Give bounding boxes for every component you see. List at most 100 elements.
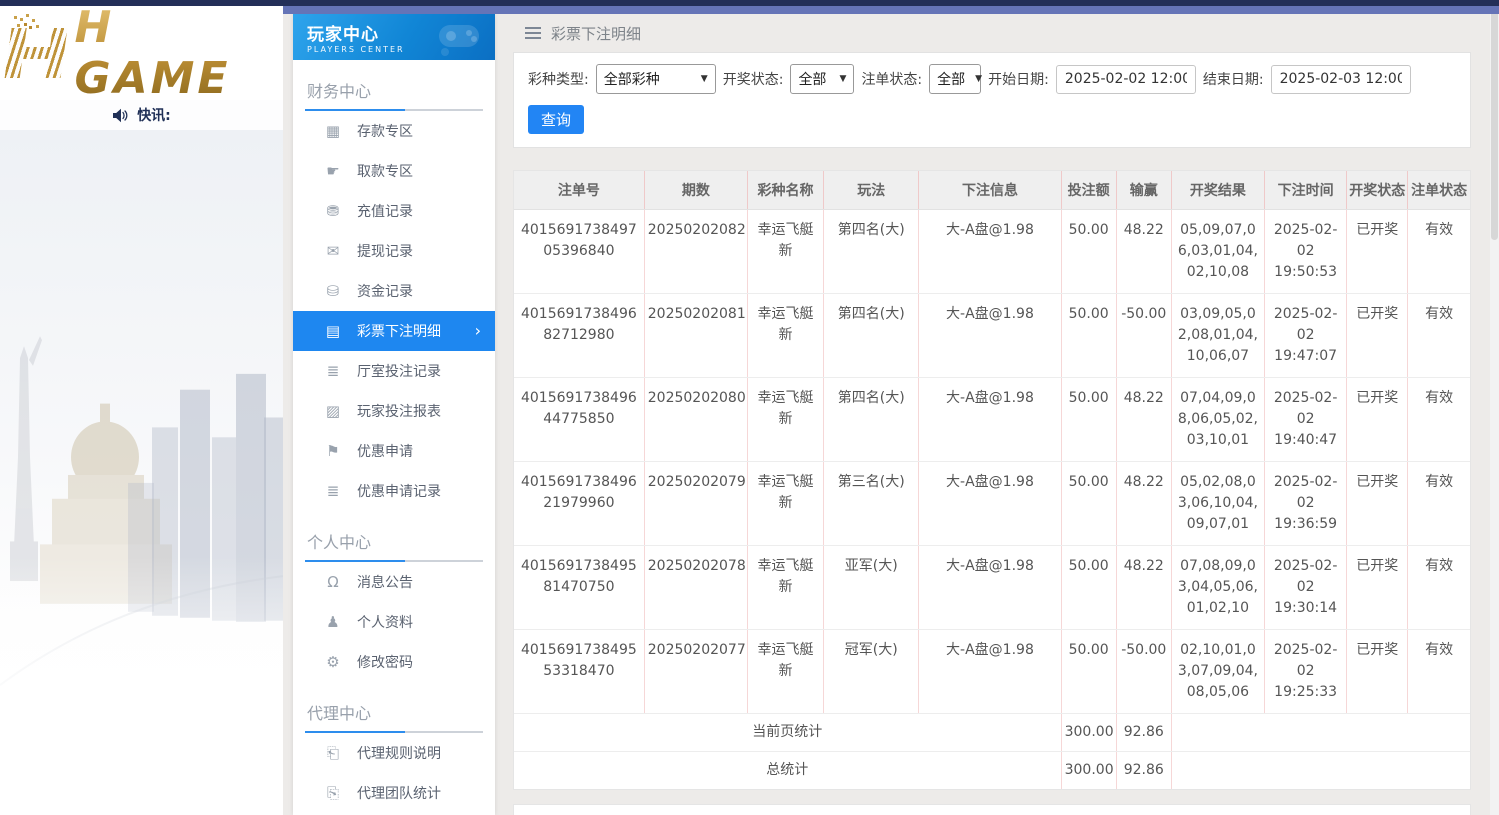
pagination-bar: 每页显示20条 共6条 首页 上一页 [1] 下一页 第 页 跳转 [513,804,1471,815]
hall-bet-record-icon: ≣ [326,362,340,380]
menu-item-label: 取款专区 [357,164,413,180]
cell-bet-time: 2025-02-02 19:36:59 [1264,461,1348,546]
table-row: 401569173849705396840 20250202082 幸运飞艇新 … [514,209,1470,294]
table-header-cell: 期数 [644,171,748,210]
cell-bet-time: 2025-02-02 19:30:14 [1264,545,1348,630]
cell-bet-time: 2025-02-02 19:50:53 [1264,209,1348,294]
dropdown-arrow-icon: ▼ [839,74,847,84]
sidebar-menu-item[interactable]: ⚑ 优惠申请 [293,431,495,471]
sidebar-menu-item[interactable]: ♟ 个人资料 [293,602,495,642]
cell-bet-amount: 50.00 [1061,293,1117,378]
cell-order-no: 401569173849644775850 [514,377,645,462]
cell-bet-time: 2025-02-02 19:25:33 [1264,629,1348,714]
cell-win-loss: 48.22 [1116,209,1172,294]
cell-draw-status: 已开奖 [1346,461,1409,546]
page-scrollbar [1490,6,1499,815]
sidebar-menu-item[interactable]: ☛ 取款专区 [293,151,495,191]
menu-item-label: 个人资料 [357,615,413,631]
summary-label: 当前页统计 [514,713,1062,752]
sidebar-menu-item[interactable]: ✉ 提现记录 [293,231,495,271]
brand-panel: H GAME 快讯: [0,6,283,815]
menu-item-label: 优惠申请记录 [357,484,441,500]
summary-winloss-total: 92.86 [1116,713,1172,752]
cell-win-loss: -50.00 [1116,629,1172,714]
hamburger-menu-icon[interactable] [525,27,541,39]
sidebar-menu-item[interactable]: ⎘ 代理团队统计 [293,773,495,813]
main-region: 玩家中心 PLAYERS CENTER 财务中心 ▦ 存款专区 ☛ 取款专区 ⛃… [283,14,1499,815]
promo-apply-icon: ⚑ [326,442,340,460]
cell-period: 20250202077 [644,629,748,714]
cell-win-loss: 48.22 [1116,461,1172,546]
cell-bet-info: 大-A盘@1.98 [918,377,1062,462]
logo: H GAME [0,6,283,104]
menu-item-label: 提现记录 [357,244,413,260]
cell-win-loss: 48.22 [1116,377,1172,462]
logo-dots-decoration [14,16,17,19]
lottery-type-select[interactable]: 全部彩种 ▼ [595,64,716,94]
table-header-cell: 下注信息 [918,171,1062,210]
cell-draw-status: 已开奖 [1346,629,1409,714]
sidebar: 玩家中心 PLAYERS CENTER 财务中心 ▦ 存款专区 ☛ 取款专区 ⛃… [293,14,495,815]
sidebar-menu-item[interactable]: ⛁ 资金记录 [293,271,495,311]
table-row: 401569173849621979960 20250202079 幸运飞艇新 … [514,461,1470,546]
gamepad-icon [439,25,479,56]
cell-win-loss: 48.22 [1116,545,1172,630]
start-date-input[interactable] [1055,64,1196,94]
cell-draw-result: 02,10,01,03,07,09,04,08,05,06 [1171,629,1266,714]
cell-order-status: 有效 [1407,209,1470,294]
page-title: 彩票下注明细 [551,24,642,43]
menu-item-label: 存款专区 [357,124,413,140]
cell-bet-amount: 50.00 [1061,461,1117,546]
cell-play-type: 第三名(大) [823,461,920,546]
sidebar-menu-item[interactable]: ≣ 厅室投注记录 [293,351,495,391]
order-status-select[interactable]: 全部 ▼ [929,64,982,94]
table-header-cell: 玩法 [823,171,920,210]
sidebar-menu-item[interactable]: ▤ 彩票下注明细 › [293,311,495,351]
order-status-value: 全部 [937,72,966,88]
chevron-right-icon: › [474,321,481,340]
summary-bet-total: 300.00 [1061,713,1117,752]
withdraw-hand-icon: ☛ [326,162,340,180]
speaker-icon [113,108,128,122]
menu-item-label: 优惠申请 [357,444,413,460]
section-title-agent: 代理中心 [305,696,483,733]
cell-period: 20250202080 [644,377,748,462]
menu-item-label: 代理团队统计 [357,786,441,802]
sidebar-menu-item[interactable]: ⛃ 充值记录 [293,191,495,231]
table-header-cell: 投注额 [1061,171,1117,210]
sidebar-menu-item[interactable]: ≣ 优惠申请记录 [293,471,495,511]
page-header: 彩票下注明细 [513,14,1471,52]
draw-status-value: 全部 [798,72,827,88]
sidebar-menu-item[interactable]: ▨ 玩家投注报表 [293,391,495,431]
end-date-input[interactable] [1270,64,1411,94]
sidebar-menu-item[interactable]: ▦ 存款专区 [293,111,495,151]
sidebar-menu-item[interactable]: Ω 消息公告 [293,562,495,602]
summary-winloss-total: 92.86 [1116,751,1172,789]
cell-bet-time: 2025-02-02 19:47:07 [1264,293,1348,378]
table-header-cell: 彩种名称 [747,171,825,210]
top-navy-bar [0,0,1499,6]
cell-win-loss: -50.00 [1116,293,1172,378]
profile-person-icon: ♟ [326,613,340,631]
cell-lottery-name: 幸运飞艇新 [747,545,825,630]
table-header-cell: 开奖状态 [1346,171,1409,210]
cell-draw-status: 已开奖 [1346,545,1409,630]
cell-order-no: 401569173849553318470 [514,629,645,714]
cell-draw-result: 05,09,07,06,03,01,04,02,10,08 [1171,209,1266,294]
menu-item-label: 充值记录 [357,204,413,220]
sidebar-menu-item[interactable]: ⎗ 代理规则说明 [293,733,495,773]
summary-empty [1171,751,1470,789]
scrollbar-thumb[interactable] [1491,10,1498,240]
sidebar-menu-item[interactable]: ⚙ 修改密码 [293,642,495,682]
cell-play-type: 第四名(大) [823,377,920,462]
query-button[interactable]: 查询 [528,105,585,134]
summary-row-current-page: 当前页统计 300.00 92.86 [514,713,1470,752]
cell-draw-result: 07,08,09,03,04,05,06,01,02,10 [1171,545,1266,630]
funds-record-icon: ⛁ [326,282,340,300]
draw-status-select[interactable]: 全部 ▼ [790,64,855,94]
city-silhouette [0,336,283,815]
menu-item-label: 厅室投注记录 [357,364,441,380]
cell-order-status: 有效 [1407,545,1470,630]
table-header-row: 注单号 期数 彩种名称 玩法 下注信息 投注额 输赢 开奖结果 下注时间 开奖状态 注单状态 [514,171,1470,210]
start-date-label: 开始日期: [988,72,1049,88]
